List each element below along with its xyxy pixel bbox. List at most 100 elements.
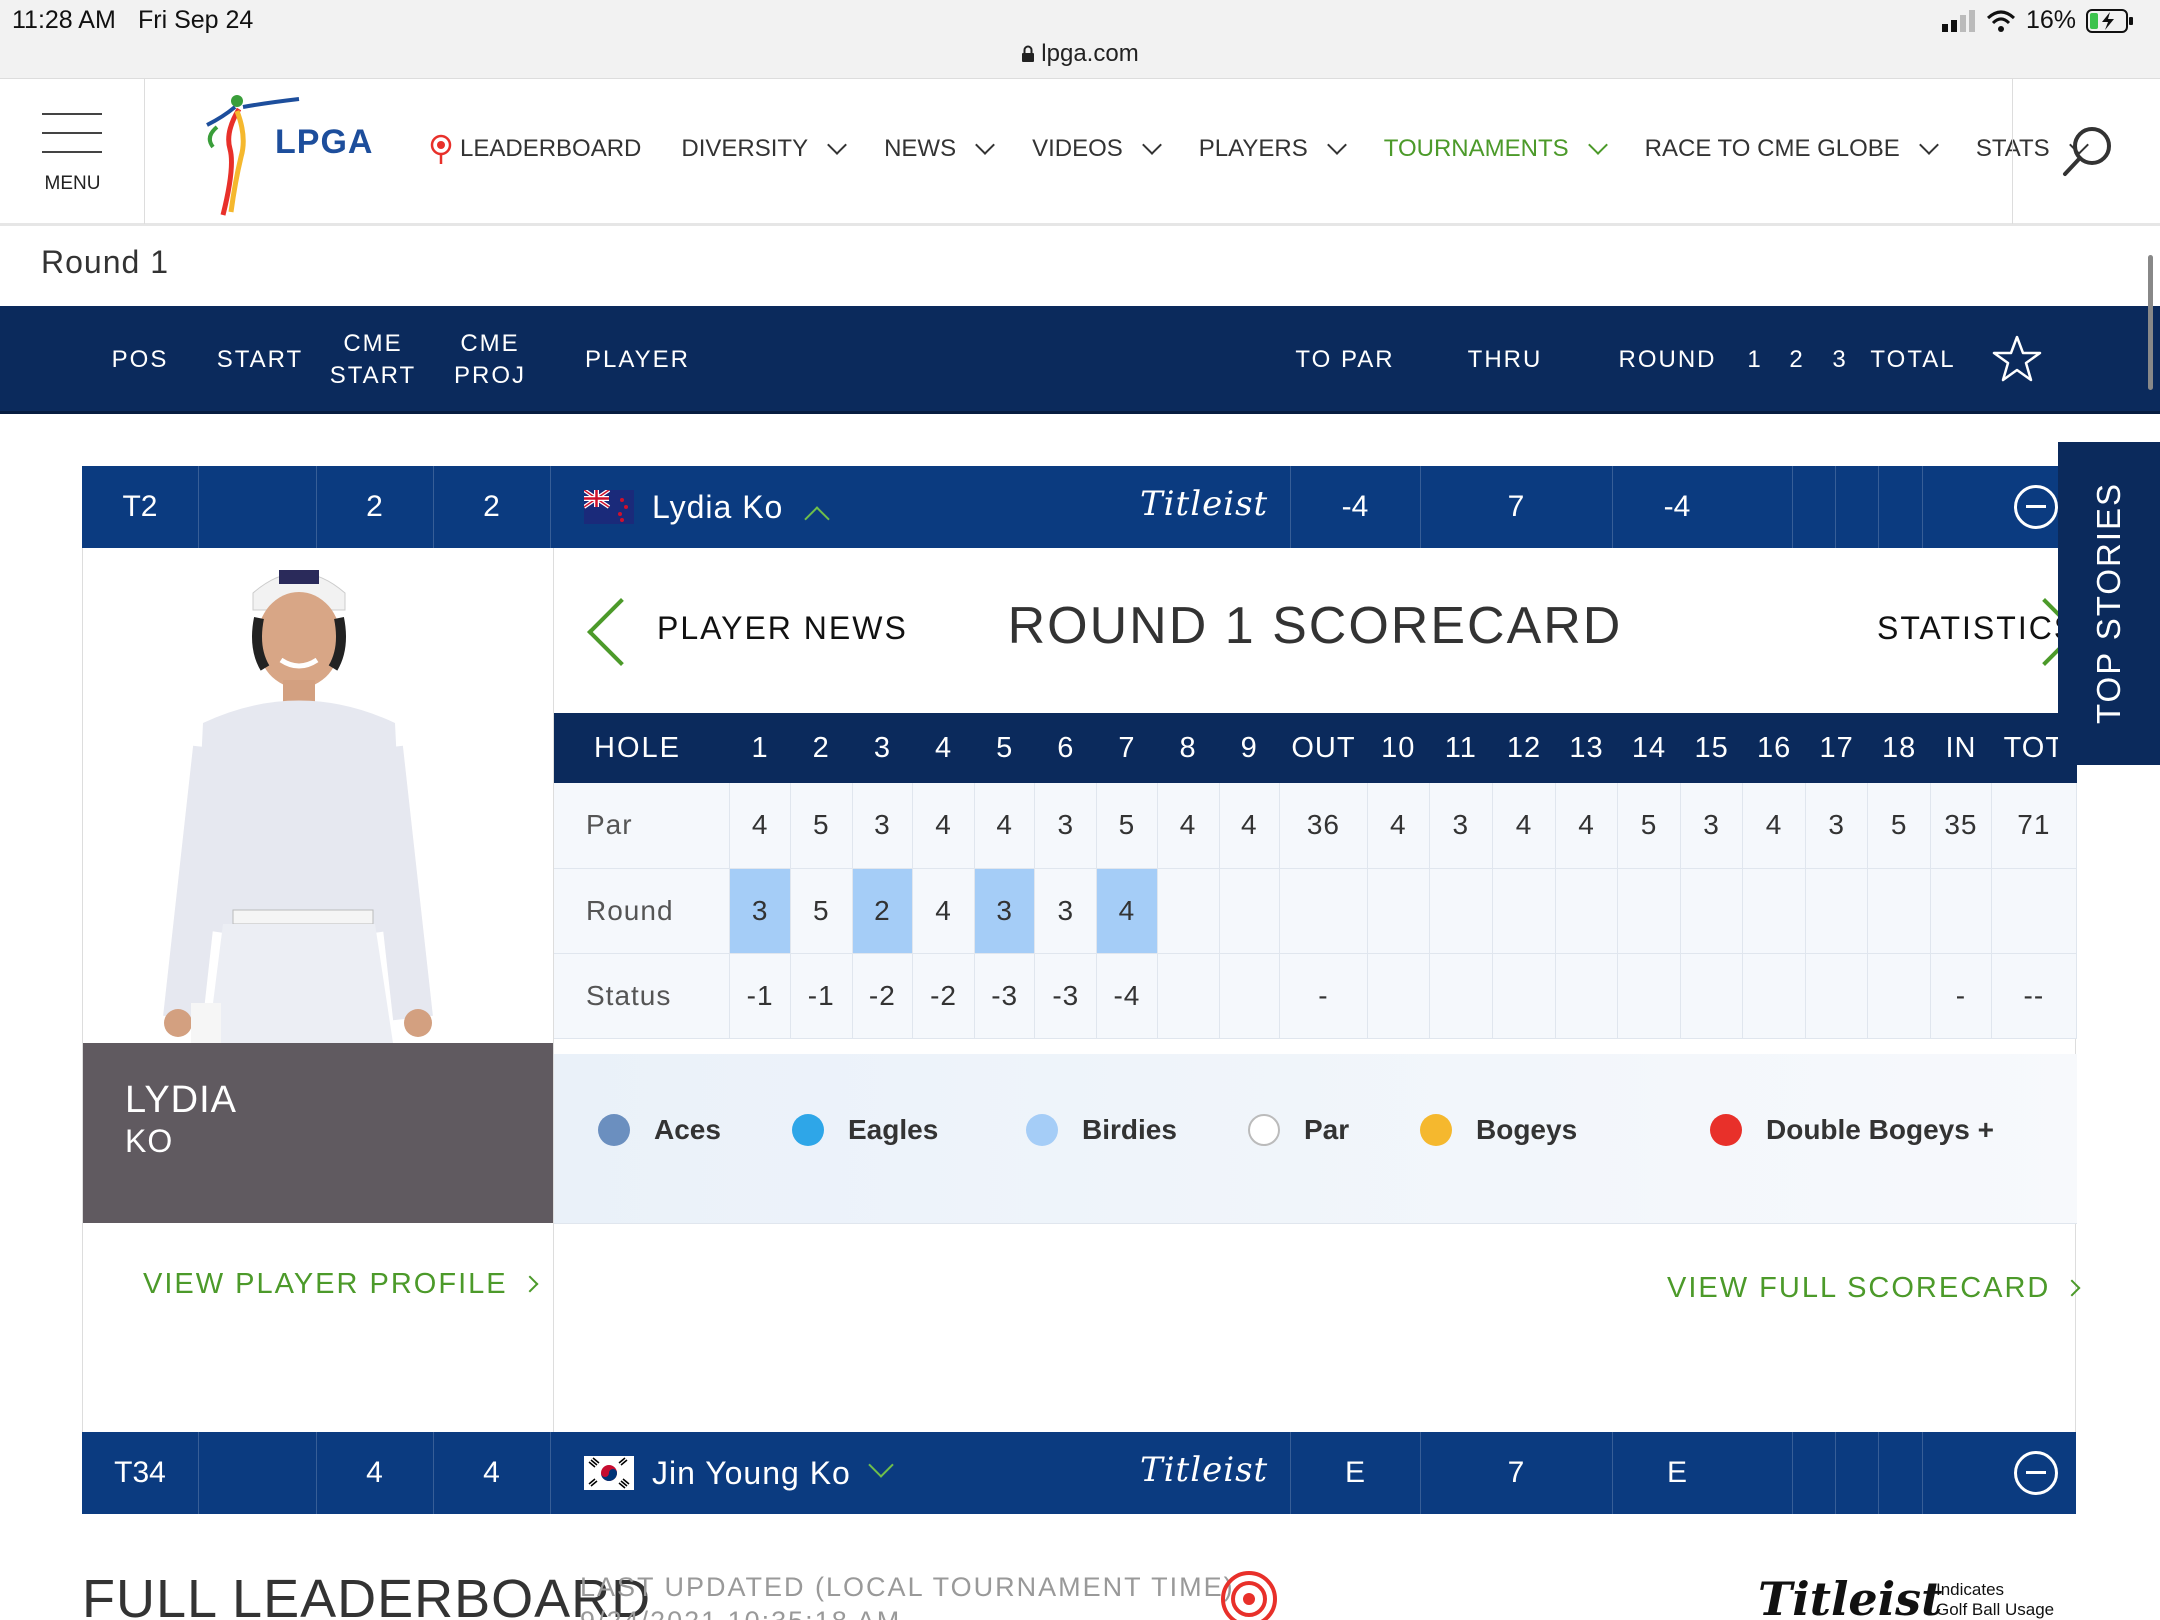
nav-item-leaderboard[interactable]: LEADERBOARD xyxy=(430,134,641,164)
player-last-name: KO xyxy=(125,1123,174,1159)
view-full-scorecard-link[interactable]: VIEW FULL SCORECARD xyxy=(1667,1272,2081,1305)
nav-item-tournaments[interactable]: TOURNAMENTS xyxy=(1383,135,1608,163)
hole-label: HOLE xyxy=(554,713,731,783)
legend-label: Birdies xyxy=(1082,1114,1177,1145)
nav-item-label: TOURNAMENTS xyxy=(1383,135,1569,162)
collapse-icon[interactable] xyxy=(2014,485,2058,529)
header-start: START xyxy=(216,346,304,373)
header-cme-proj-line1: CME xyxy=(460,330,520,357)
nav-item-diversity[interactable]: DIVERSITY xyxy=(681,135,847,163)
favorite-star-icon[interactable] xyxy=(1992,334,2042,384)
hole-number: OUT xyxy=(1279,713,1368,783)
par-cell: 4 xyxy=(1219,783,1280,869)
hole-number: 15 xyxy=(1680,713,1743,783)
chevron-down-icon xyxy=(1918,135,1939,155)
status-time: 11:28 AM xyxy=(12,6,116,34)
status-cell xyxy=(1219,953,1280,1039)
status-cell xyxy=(1742,953,1807,1039)
cell-divider xyxy=(198,1432,199,1514)
hamburger-icon xyxy=(42,113,102,170)
scorecard-table: HOLE 1 2 3 4 5 6 7 8 9 OUT 10 11 12 13 14 15 16 17 18 IN TOT … xyxy=(554,713,2078,1039)
status-cell xyxy=(1492,953,1557,1039)
lpga-logo[interactable]: LPGA xyxy=(195,87,385,217)
menu-label: MENU xyxy=(44,173,101,194)
round-score-cell xyxy=(1367,868,1430,954)
nav-item-label: RACE TO CME GLOBE xyxy=(1644,135,1900,162)
player-thru: 7 xyxy=(1507,1456,1525,1489)
nav-item-videos[interactable]: VIDEOS xyxy=(1032,135,1162,163)
scorecard-header-row: HOLE 1 2 3 4 5 6 7 8 9 OUT 10 11 12 13 14 15 16 17 18 IN TOT xyxy=(554,713,2078,783)
collapse-icon[interactable] xyxy=(2014,1451,2058,1495)
chevron-down-icon xyxy=(1326,135,1347,155)
scorecard-round-row: Round 3 5 2 4 3 3 4 xyxy=(554,868,2078,954)
chevron-up-icon[interactable] xyxy=(804,506,830,532)
status-cell xyxy=(1157,953,1220,1039)
logo-text: LPGA xyxy=(275,123,374,161)
hole-number: 13 xyxy=(1555,713,1618,783)
search-icon[interactable] xyxy=(2060,124,2116,180)
nav-item-label: DIVERSITY xyxy=(681,135,809,162)
hole-number: 1 xyxy=(729,713,791,783)
titleist-logo: Titleist xyxy=(1758,1572,1943,1620)
round-score-cell xyxy=(1617,868,1682,954)
chevron-right-icon xyxy=(521,1275,539,1293)
live-pin-icon xyxy=(430,134,452,164)
titleist-logo: Titleist xyxy=(1140,1450,1269,1490)
nav-item-race-to-cme-globe[interactable]: RACE TO CME GLOBE xyxy=(1644,135,1939,163)
round-score-cell xyxy=(1157,868,1220,954)
par-cell: 4 xyxy=(912,783,975,869)
hole-number: 7 xyxy=(1096,713,1158,783)
player-round: -4 xyxy=(1663,490,1691,523)
header-cme-start: CME START xyxy=(325,328,421,392)
ball-usage-note: Indicates Golf Ball Usage xyxy=(1936,1580,2054,1620)
player-row-lydia-ko[interactable]: T2 2 2 Lydia Ko Titleist -4 7 -4 xyxy=(82,466,2076,548)
chevron-down-icon xyxy=(1141,135,1162,155)
player-cme-start: 4 xyxy=(366,1456,383,1489)
nav-item-players[interactable]: PLAYERS xyxy=(1199,135,1347,163)
legend-dot xyxy=(598,1114,630,1146)
player-photo xyxy=(83,548,553,1043)
nav-item-news[interactable]: NEWS xyxy=(884,135,995,163)
round-score-label: Round xyxy=(554,868,731,954)
round-score-cell xyxy=(1429,868,1493,954)
view-player-profile-link[interactable]: VIEW PLAYER PROFILE xyxy=(143,1268,539,1301)
header-player: PLAYER xyxy=(585,346,690,373)
top-stories-label: TOP STORIES xyxy=(2090,481,2127,725)
player-cme-proj: 2 xyxy=(483,490,500,523)
par-cell: 3 xyxy=(852,783,914,869)
player-to-par: E xyxy=(1344,1456,1365,1489)
scrollbar[interactable] xyxy=(2148,255,2153,390)
par-cell: 35 xyxy=(1930,783,1992,869)
scorecard-par-row: Par 4 5 3 4 4 3 5 4 4 36 4 3 4 4 5 3 4 3 5 35 71 xyxy=(554,783,2078,869)
status-cell: -3 xyxy=(974,953,1036,1039)
url-text: lpga.com xyxy=(1041,40,1139,67)
player-name[interactable]: Jin Young Ko xyxy=(652,1432,851,1514)
round-score-cell: 3 xyxy=(1034,868,1098,954)
par-cell: 3 xyxy=(1429,783,1493,869)
url-bar[interactable]: lpga.com xyxy=(0,40,2160,68)
nav-item-label: VIDEOS xyxy=(1032,135,1123,162)
hole-number: IN xyxy=(1930,713,1992,783)
korea-flag-icon xyxy=(584,1456,634,1490)
round-score-cell xyxy=(1279,868,1368,954)
legend-double-bogeys: Double Bogeys + xyxy=(1710,1114,1994,1146)
hole-number: 17 xyxy=(1805,713,1869,783)
hole-number: 10 xyxy=(1367,713,1430,783)
round-score-cell: 4 xyxy=(912,868,975,954)
status-cell xyxy=(1867,953,1932,1039)
player-row-jin-young-ko[interactable]: T34 4 4 Jin Young Ko Titleist E 7 E xyxy=(82,1432,2076,1514)
top-stories-tab[interactable]: TOP STORIES xyxy=(2058,442,2160,765)
legend-eagles: Eagles xyxy=(792,1114,938,1146)
cell-divider xyxy=(198,466,199,548)
status-cell xyxy=(1555,953,1618,1039)
menu-button[interactable]: MENU xyxy=(0,79,145,224)
legend-aces: Aces xyxy=(598,1114,721,1146)
player-name[interactable]: Lydia Ko xyxy=(652,466,783,548)
player-first-name: LYDIA xyxy=(125,1079,238,1121)
par-cell: 4 xyxy=(1492,783,1557,869)
hole-number: 9 xyxy=(1219,713,1280,783)
chevron-down-icon[interactable] xyxy=(868,1452,894,1478)
score-legend: Aces Eagles Birdies Par Bogeys Double Bo… xyxy=(554,1054,2077,1224)
par-cell: 36 xyxy=(1279,783,1368,869)
chevron-down-icon xyxy=(827,135,847,155)
